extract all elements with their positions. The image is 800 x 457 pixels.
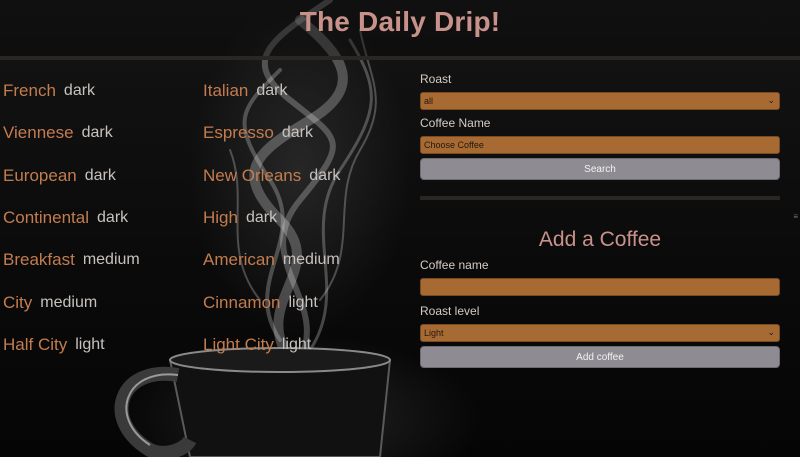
coffee-name-input-value: Choose Coffee xyxy=(424,140,484,150)
coffee-name: European xyxy=(3,165,77,185)
coffee-name: Continental xyxy=(3,208,90,228)
coffee-name: Italian xyxy=(203,81,249,101)
add-coffee-title: Add a Coffee xyxy=(538,228,662,251)
coffee-name: High xyxy=(203,208,238,228)
coffee-item: Viennese dark xyxy=(3,112,203,154)
add-coffee-name-input[interactable] xyxy=(420,278,780,296)
coffee-item: Half City light xyxy=(3,324,203,366)
coffee-item: Continental dark xyxy=(3,197,203,239)
coffee-name: Viennese xyxy=(3,123,74,143)
roast-level-select-value: Light xyxy=(424,328,444,338)
coffee-roast: dark xyxy=(281,124,313,142)
coffee-column-right: Italian dark Espresso dark New Orleans dark… xyxy=(203,70,403,366)
coffee-item: Cinnamon light xyxy=(203,281,403,323)
add-coffee-form: Add a Coffee Coffee name Roast level Lig… xyxy=(420,228,780,368)
coffee-name: Espresso xyxy=(203,123,274,143)
page-title: The Daily Drip! xyxy=(299,6,501,37)
coffee-name: Cinnamon xyxy=(203,292,281,312)
coffee-roast: dark xyxy=(84,166,116,184)
coffee-item: European dark xyxy=(3,155,203,197)
coffee-roast: dark xyxy=(97,209,129,227)
coffee-name-label: Coffee Name xyxy=(420,116,491,130)
coffee-item: French dark xyxy=(3,70,203,112)
coffee-item: Espresso dark xyxy=(203,112,403,154)
coffee-name: Light City xyxy=(203,334,274,354)
coffee-name-input[interactable]: Choose Coffee xyxy=(420,136,780,154)
coffee-name: American xyxy=(203,250,275,270)
coffee-roast: medium xyxy=(82,251,140,269)
coffee-name: City xyxy=(3,292,33,312)
search-form: Roast all ⌄ Coffee Name Choose Coffee Se… xyxy=(420,66,780,180)
page: The Daily Drip! French dark Viennese dark … xyxy=(0,0,800,457)
coffee-roast: light xyxy=(281,335,312,353)
chevron-down-icon: ⌄ xyxy=(767,327,775,337)
coffee-roast: light xyxy=(75,335,105,353)
coffee-item: City medium xyxy=(3,281,203,323)
coffee-roast: dark xyxy=(309,166,341,184)
coffee-list: French dark Viennese dark European dark Con… xyxy=(0,70,410,390)
coffee-item: Breakfast medium xyxy=(3,239,203,281)
coffee-column-left: French dark Viennese dark European dark Con… xyxy=(3,70,203,366)
chevron-down-icon: ⌄ xyxy=(767,95,775,105)
coffee-item: Italian dark xyxy=(203,70,403,112)
coffee-name: Half City xyxy=(3,334,68,354)
roast-select-value: all xyxy=(424,96,434,106)
search-button[interactable]: Search xyxy=(420,158,780,180)
coffee-name: Breakfast xyxy=(3,250,75,270)
coffee-item: Light City light xyxy=(203,324,403,366)
coffee-roast: medium xyxy=(40,293,98,311)
coffee-roast: dark xyxy=(256,82,288,100)
coffee-item: High dark xyxy=(203,197,403,239)
coffee-roast: medium xyxy=(282,251,340,269)
coffee-name: New Orleans xyxy=(203,165,302,185)
roast-select[interactable]: all ⌄ xyxy=(420,92,780,110)
form-divider xyxy=(420,196,780,200)
coffee-roast: light xyxy=(288,293,318,311)
coffee-roast: dark xyxy=(245,209,278,227)
coffee-name: French xyxy=(3,81,56,101)
forms-panel: Roast all ⌄ Coffee Name Choose Coffee Se… xyxy=(420,66,780,368)
coffee-roast: dark xyxy=(81,124,113,142)
roast-label: Roast xyxy=(420,72,452,86)
coffee-roast: dark xyxy=(63,82,96,100)
add-coffee-button[interactable]: Add coffee xyxy=(420,346,780,368)
roast-level-label: Roast level xyxy=(420,304,480,318)
resize-handle-icon: ≡ xyxy=(793,212,798,221)
add-coffee-name-label: Coffee name xyxy=(420,258,489,272)
page-header: The Daily Drip! xyxy=(0,0,800,60)
roast-level-select[interactable]: Light ⌄ xyxy=(420,324,780,342)
coffee-item: American medium xyxy=(203,239,403,281)
coffee-item: New Orleans dark xyxy=(203,155,403,197)
